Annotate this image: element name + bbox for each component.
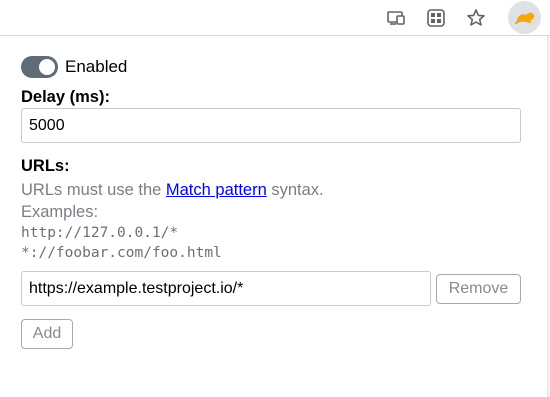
cast-icon[interactable] [382,4,410,32]
remove-url-button[interactable]: Remove [436,274,521,304]
examples-label: Examples: [21,203,99,221]
hint-prefix: URLs must use the [21,181,166,199]
example-url-2: *://foobar.com/foo.html [21,245,222,261]
delay-input[interactable] [21,108,521,143]
hint-suffix: syntax. [266,181,324,199]
urls-label: URLs: [21,157,70,175]
browser-toolbar [0,0,550,35]
enabled-toggle[interactable] [21,56,58,78]
enabled-toggle-row: Enabled [21,55,127,79]
apps-grid-icon[interactable] [422,4,450,32]
extension-icon[interactable] [508,1,541,34]
add-url-button[interactable]: Add [21,319,73,349]
urls-hint: URLs must use the Match pattern syntax. [21,181,324,200]
delay-label: Delay (ms): [21,88,110,106]
example-url-1: http://127.0.0.1/* [21,225,179,241]
bookmark-star-icon[interactable] [462,4,490,32]
extension-popup: Enabled Delay (ms): URLs: URLs must use … [0,36,547,397]
toggle-knob [39,59,55,75]
url-entry-input[interactable] [21,271,431,306]
match-pattern-link[interactable]: Match pattern [166,181,267,199]
enabled-label: Enabled [65,57,128,76]
